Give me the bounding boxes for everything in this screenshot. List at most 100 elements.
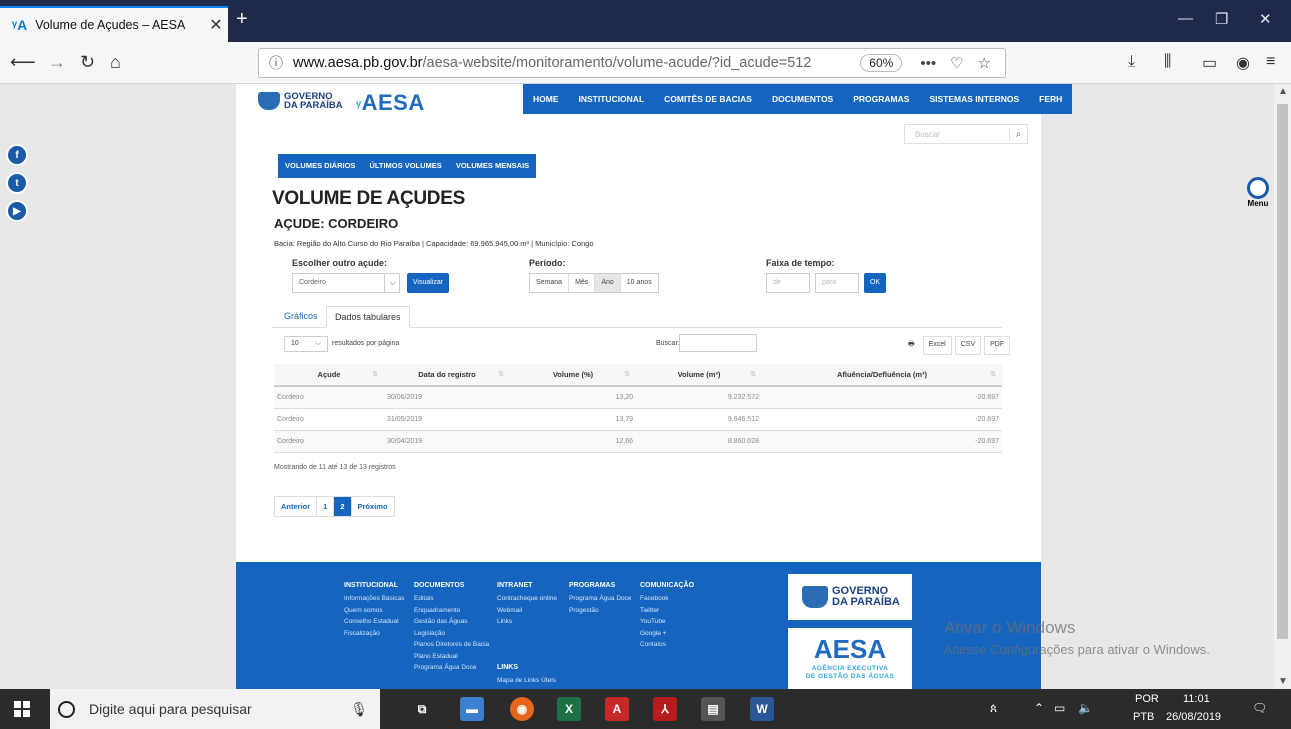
tab-graficos[interactable]: Gráficos bbox=[276, 306, 326, 328]
footer-link[interactable]: Informações Básicas bbox=[344, 593, 404, 605]
export-pdf-button[interactable]: PDF bbox=[984, 336, 1011, 355]
footer-link[interactable]: YouTube bbox=[640, 616, 694, 628]
clock-date[interactable]: 26/08/2019 bbox=[1166, 711, 1221, 723]
periodo-mes[interactable]: Mês bbox=[569, 274, 596, 292]
footer-link[interactable]: Contatos bbox=[640, 639, 694, 651]
notifications-icon[interactable]: 🗨 bbox=[1252, 701, 1267, 715]
word-icon[interactable]: W bbox=[750, 697, 774, 721]
app-icon[interactable]: ▤ bbox=[701, 697, 725, 721]
site-search-input[interactable]: Buscar ⌕ bbox=[904, 124, 1028, 144]
footer-link[interactable]: Conselho Estadual bbox=[344, 616, 404, 628]
date-to-input[interactable]: para bbox=[815, 273, 859, 293]
subnav-volumes-mensais[interactable]: VOLUMES MENSAIS bbox=[449, 154, 536, 178]
pager-previous[interactable]: Anterior bbox=[275, 497, 318, 516]
footer-link[interactable]: Gestão das Águas bbox=[414, 616, 489, 628]
export-csv-button[interactable]: CSV bbox=[954, 336, 982, 355]
nav-home[interactable]: HOME bbox=[523, 84, 569, 114]
visualizar-button[interactable]: Visualizar bbox=[407, 273, 449, 293]
network-icon[interactable]: ▭ bbox=[1054, 701, 1065, 715]
col-acude[interactable]: Açude ⇅ bbox=[274, 364, 384, 387]
account-icon[interactable]: ◉ bbox=[1236, 53, 1250, 73]
footer-link[interactable]: Planos Diretores de Bacia bbox=[414, 639, 489, 651]
bookmark-star-icon[interactable]: ☆ bbox=[978, 54, 991, 72]
restore-icon[interactable]: ❐ bbox=[1215, 10, 1228, 28]
footer-link[interactable]: Programa Água Doce bbox=[414, 662, 489, 674]
nav-ferh[interactable]: FERH bbox=[1029, 84, 1072, 114]
print-icon[interactable]: 🖶 bbox=[903, 336, 920, 355]
hamburger-menu-icon[interactable]: ≡ bbox=[1266, 53, 1275, 71]
youtube-icon[interactable]: ▶ bbox=[6, 200, 28, 222]
footer-aesa-logo[interactable]: AESA AGÊNCIA EXECUTIVA DE GESTÃO DAS ÁGU… bbox=[788, 628, 912, 689]
acrobat-icon[interactable]: A bbox=[605, 697, 629, 721]
footer-link[interactable]: Programa Água Doce bbox=[569, 593, 632, 605]
nav-documentos[interactable]: DOCUMENTOS bbox=[762, 84, 843, 114]
footer-link[interactable]: Legislação bbox=[414, 628, 489, 640]
close-tab-icon[interactable]: ✕ bbox=[204, 15, 228, 35]
search-icon[interactable]: ⌕ bbox=[1009, 128, 1027, 140]
footer-link[interactable]: Twitter bbox=[640, 605, 694, 617]
date-from-input[interactable]: de bbox=[766, 273, 810, 293]
footer-link[interactable]: Links bbox=[497, 616, 557, 628]
task-view-icon[interactable]: ⧉ bbox=[410, 697, 434, 721]
pager-next[interactable]: Próximo bbox=[352, 497, 394, 516]
chevron-down-icon[interactable]: ⌵ bbox=[384, 274, 400, 292]
sidebar-icon[interactable]: ▭ bbox=[1202, 53, 1217, 73]
export-excel-button[interactable]: Excel bbox=[922, 336, 952, 355]
site-info-icon[interactable]: ⓘ bbox=[269, 53, 283, 73]
lang-line2[interactable]: PTB bbox=[1133, 711, 1154, 723]
clock-time[interactable]: 11:01 bbox=[1183, 693, 1210, 705]
aesa-logo[interactable]: ᵞAESA bbox=[356, 90, 425, 116]
minimize-icon[interactable]: — bbox=[1178, 10, 1193, 27]
footer-link[interactable]: Webmail bbox=[497, 605, 557, 617]
tab-dados-tabulares[interactable]: Dados tabulares bbox=[326, 306, 410, 328]
page-scrollbar[interactable]: ▲ ▼ bbox=[1274, 84, 1291, 689]
nav-comites[interactable]: COMITÊS DE BACIAS bbox=[654, 84, 762, 114]
footer-link[interactable]: Mapa de Links Úteis bbox=[497, 675, 557, 687]
nav-institucional[interactable]: INSTITUCIONAL bbox=[569, 84, 655, 114]
page-length-select[interactable]: 10 ⌵ bbox=[284, 336, 328, 352]
browser-tab[interactable]: ᵞA Volume de Açudes – AESA ✕ bbox=[0, 6, 228, 42]
subnav-ultimos-volumes[interactable]: ÚLTIMOS VOLUMES bbox=[362, 154, 448, 178]
pager-page-2[interactable]: 2 bbox=[334, 497, 352, 516]
forward-icon[interactable]: → bbox=[48, 52, 66, 73]
scroll-up-icon[interactable]: ▲ bbox=[1278, 86, 1288, 97]
scroll-thumb[interactable] bbox=[1277, 104, 1288, 639]
microphone-icon[interactable]: 🎙 bbox=[350, 701, 368, 718]
col-volume-m3[interactable]: Volume (m³) ⇅ bbox=[636, 364, 762, 387]
nav-sistemas-internos[interactable]: SISTEMAS INTERNOS bbox=[919, 84, 1029, 114]
window-close-icon[interactable]: ✕ bbox=[1259, 10, 1272, 28]
governo-paraiba-logo[interactable]: GOVERNO DA PARAÍBA bbox=[258, 92, 343, 110]
footer-link[interactable]: Editais bbox=[414, 593, 489, 605]
footer-link[interactable]: Google + bbox=[640, 628, 694, 640]
col-afluencia[interactable]: Afluência/Defluência (m³) ⇅ bbox=[762, 364, 1002, 387]
table-search-input[interactable] bbox=[679, 334, 757, 352]
reload-icon[interactable]: ↻ bbox=[80, 52, 95, 73]
periodo-ano[interactable]: Ano bbox=[595, 274, 621, 292]
floating-menu-button[interactable]: Menu bbox=[1245, 177, 1271, 208]
subnav-volumes-diarios[interactable]: VOLUMES DIÁRIOS bbox=[278, 154, 362, 178]
ok-button[interactable]: OK bbox=[864, 273, 886, 293]
page-actions-icon[interactable]: ••• bbox=[920, 55, 936, 72]
scroll-down-icon[interactable]: ▼ bbox=[1278, 676, 1288, 687]
new-tab-icon[interactable]: + bbox=[236, 8, 248, 31]
library-icon[interactable]: ⫼ bbox=[1164, 53, 1171, 71]
footer-link[interactable]: Facebook bbox=[640, 593, 694, 605]
excel-icon[interactable]: X bbox=[557, 697, 581, 721]
zoom-indicator[interactable]: 60% bbox=[860, 54, 903, 72]
back-icon[interactable]: ⟵ bbox=[10, 52, 36, 73]
footer-governo-logo[interactable]: GOVERNO DA PARAÍBA bbox=[788, 574, 912, 620]
footer-link[interactable]: Quem somos bbox=[344, 605, 404, 617]
firefox-icon[interactable]: ◉ bbox=[510, 697, 534, 721]
col-volume-pct[interactable]: Volume (%) ⇅ bbox=[510, 364, 636, 387]
periodo-10-anos[interactable]: 10 anos bbox=[621, 274, 658, 292]
footer-link[interactable]: Plano Estadual bbox=[414, 651, 489, 663]
footer-link[interactable]: Fiscalização bbox=[344, 628, 404, 640]
col-data[interactable]: Data do registro ⇅ bbox=[384, 364, 510, 387]
downloads-icon[interactable]: ⤓ bbox=[1128, 53, 1135, 71]
volume-icon[interactable]: 🔈 bbox=[1078, 701, 1093, 715]
periodo-semana[interactable]: Semana bbox=[530, 274, 570, 292]
windows-start-icon[interactable] bbox=[14, 701, 30, 717]
footer-link[interactable]: Contracheque online bbox=[497, 593, 557, 605]
chevron-up-icon[interactable]: ⌃ bbox=[1034, 701, 1044, 715]
pdf-reader-icon[interactable]: ⅄ bbox=[653, 697, 677, 721]
